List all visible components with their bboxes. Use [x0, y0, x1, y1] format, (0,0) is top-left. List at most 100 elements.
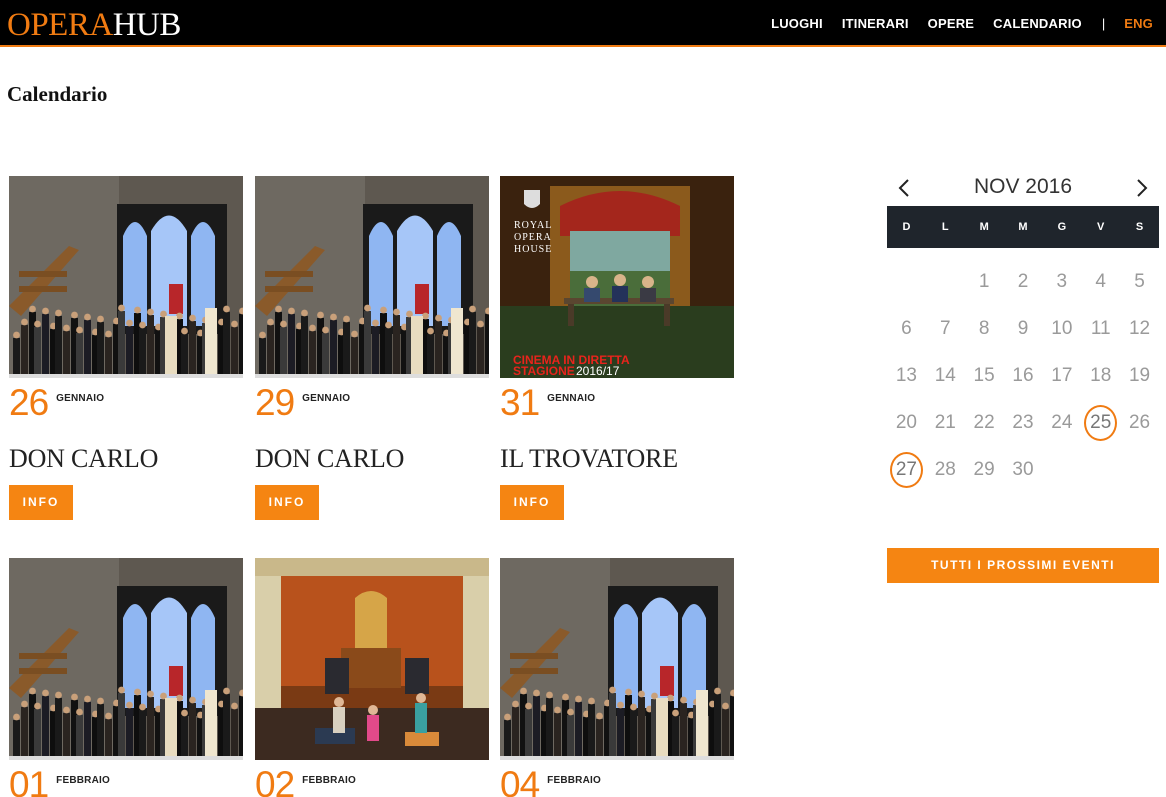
calendar-month-label: NOV 2016 [973, 175, 1073, 198]
calendar-day-event[interactable]: 27 [887, 446, 926, 493]
nav-opere[interactable]: OPERE [928, 16, 975, 31]
event-image[interactable] [255, 176, 489, 378]
calendar-day-number: 27 [889, 451, 923, 488]
event-month: FEBBRAIO [302, 775, 356, 786]
weekday-label: L [941, 221, 949, 233]
event-card: 29 GENNAIO DON CARLO INFO [255, 176, 489, 520]
calendar-day[interactable]: 16 [1004, 352, 1043, 399]
calendar-empty-cell [887, 258, 926, 305]
calendar-day[interactable]: 6 [887, 305, 926, 352]
calendar-day[interactable]: 9 [1004, 305, 1043, 352]
calendar-day[interactable]: 1 [965, 258, 1004, 305]
calendar-day[interactable]: 24 [1042, 399, 1081, 446]
event-date: 01 FEBBRAIO [9, 766, 243, 797]
calendar-day[interactable]: 11 [1081, 305, 1120, 352]
calendar-day[interactable]: 21 [926, 399, 965, 446]
calendar-day[interactable]: 3 [1042, 258, 1081, 305]
nav-luoghi[interactable]: LUOGHI [771, 16, 823, 31]
weekday-label: M [1018, 221, 1028, 233]
calendar-day-event[interactable]: 25 [1081, 399, 1120, 446]
calendar-day[interactable]: 22 [965, 399, 1004, 446]
calendar-day-number: 5 [1134, 270, 1145, 292]
event-image[interactable] [255, 558, 489, 760]
calendar-day-number: 16 [1012, 364, 1034, 386]
weekday-label: G [1057, 221, 1067, 233]
info-button[interactable]: INFO [255, 485, 319, 520]
top-navbar: OPERAHUB LUOGHI ITINERARI OPERE CALENDAR… [0, 0, 1166, 47]
event-image[interactable] [500, 558, 734, 760]
calendar-day-number: 12 [1128, 317, 1151, 339]
event-image[interactable]: ROYAL OPERA HOUSE CINEMA IN DIRETTA STAGIONE… [500, 176, 734, 378]
calendar-day-number: 6 [901, 317, 912, 339]
calendar-day-number: 28 [934, 458, 956, 480]
calendar-day[interactable]: 26 [1120, 399, 1159, 446]
calendar-day-number: 29 [973, 458, 995, 480]
nav-itinerari[interactable]: ITINERARI [842, 16, 909, 31]
calendar-day[interactable]: 19 [1120, 352, 1159, 399]
weekday-label: D [902, 221, 911, 233]
calendar-day-number: 11 [1090, 317, 1111, 339]
logo-opera: OPERA [7, 7, 113, 43]
info-button[interactable]: INFO [500, 485, 564, 520]
calendar-day[interactable]: 14 [926, 352, 965, 399]
calendar-day[interactable]: 20 [887, 399, 926, 446]
calendar-days: 1 2 3 4 5 6 7 8 9 10 11 12 13 14 15 16 17 18 19 20 21 22 23 24 2… [887, 258, 1159, 493]
calendar-day-number: 9 [1017, 317, 1029, 339]
calendar-day-number: 26 [1128, 411, 1151, 433]
calendar-day-number: 15 [973, 364, 995, 386]
event-title[interactable]: DON CARLO [255, 444, 489, 474]
calendar-day-number: 22 [973, 411, 995, 433]
svg-text:OPERA: OPERA [514, 232, 552, 243]
event-day: 04 [500, 764, 540, 797]
calendar-day[interactable]: 30 [1004, 446, 1043, 493]
calendar-day[interactable]: 4 [1081, 258, 1120, 305]
calendar-day-number: 1 [978, 270, 990, 292]
calendar-day[interactable]: 5 [1120, 258, 1159, 305]
event-date: 02 FEBBRAIO [255, 766, 489, 797]
calendar-day[interactable]: 7 [926, 305, 965, 352]
language-switch[interactable]: ENG [1124, 16, 1153, 31]
chevron-right-icon[interactable] [1131, 177, 1151, 199]
calendar-day[interactable]: 2 [1004, 258, 1043, 305]
event-title[interactable]: IL TROVATORE [500, 444, 734, 474]
nav-calendario[interactable]: CALENDARIO [993, 16, 1082, 31]
calendar-day-number: 7 [939, 317, 951, 339]
all-upcoming-events-button[interactable]: TUTTI I PROSSIMI EVENTI [887, 548, 1159, 583]
calendar-widget: NOV 2016 D L M M G V S 1 2 3 4 5 6 7 8 9 10 11 12 13… [887, 170, 1159, 493]
event-month: FEBBRAIO [56, 775, 110, 786]
event-card: 04 FEBBRAIO [500, 558, 734, 797]
logo-hub: HUB [112, 7, 182, 43]
calendar-day[interactable]: 28 [926, 446, 965, 493]
calendar-day[interactable]: 13 [887, 352, 926, 399]
calendar-day[interactable]: 23 [1004, 399, 1043, 446]
calendar-day-number: 24 [1051, 411, 1073, 433]
event-image[interactable] [9, 176, 243, 378]
calendar-day[interactable]: 15 [965, 352, 1004, 399]
site-logo[interactable]: OPERAHUB [7, 6, 181, 44]
event-day: 29 [255, 382, 295, 423]
event-title[interactable]: DON CARLO [9, 444, 243, 474]
event-month: GENNAIO [56, 393, 105, 404]
calendar-day-number: 25 [1084, 404, 1118, 441]
calendar-day-number: 13 [895, 364, 917, 386]
calendar-day[interactable]: 10 [1042, 305, 1081, 352]
calendar-day-number: 2 [1017, 270, 1029, 292]
event-month: FEBBRAIO [547, 775, 601, 786]
calendar-day[interactable]: 17 [1042, 352, 1081, 399]
calendar-day[interactable]: 29 [965, 446, 1004, 493]
calendar-day[interactable]: 8 [965, 305, 1004, 352]
weekday-label: V [1097, 221, 1105, 233]
calendar-day-number: 10 [1051, 317, 1073, 339]
event-card: ROYAL OPERA HOUSE CINEMA IN DIRETTA STAGIONE… [500, 176, 734, 520]
info-button[interactable]: INFO [9, 485, 73, 520]
event-date: 29 GENNAIO [255, 384, 489, 428]
calendar-empty-cell [926, 258, 965, 305]
calendar-header: NOV 2016 [887, 170, 1159, 206]
calendar-day[interactable]: 12 [1120, 305, 1159, 352]
event-image[interactable] [9, 558, 243, 760]
event-day: 26 [9, 382, 49, 423]
calendar-day-number: 21 [934, 411, 956, 433]
svg-text:ROYAL: ROYAL [514, 220, 552, 231]
calendar-day[interactable]: 18 [1081, 352, 1120, 399]
calendar-day-number: 23 [1012, 411, 1034, 433]
